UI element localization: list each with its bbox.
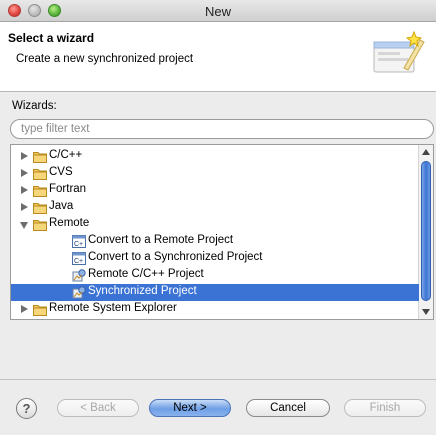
wizards-label: Wizards: xyxy=(12,100,57,112)
window-title: New xyxy=(204,4,231,19)
collapsed-arrow-icon[interactable] xyxy=(21,186,28,194)
tree-item-label: Remote C/C++ Project xyxy=(88,268,204,280)
tree-item[interactable]: C/C++ xyxy=(11,148,419,165)
tree-item-label: C/C++ xyxy=(49,149,83,161)
help-button[interactable]: ? xyxy=(16,398,37,419)
scroll-up-icon[interactable] xyxy=(422,149,430,155)
tree-item[interactable]: Remote C/C++ Project xyxy=(11,267,419,284)
folder-icon xyxy=(33,150,47,163)
footer-separator xyxy=(0,379,436,380)
tree-item[interactable]: CVS xyxy=(11,165,419,182)
wizard-header: Select a wizard Create a new synchronize… xyxy=(0,22,436,92)
tree-item-label: Remote System Explorer xyxy=(49,302,177,314)
tree-item[interactable]: C+ Convert to a Synchronized Project xyxy=(11,250,419,267)
convert-project-icon: C+ xyxy=(72,235,86,248)
collapsed-arrow-icon[interactable] xyxy=(21,203,28,211)
tree-item[interactable]: Remote xyxy=(11,216,419,233)
page-title: Select a wizard xyxy=(8,31,95,45)
scroll-down-icon[interactable] xyxy=(422,309,430,315)
new-wizard-banner-icon xyxy=(373,30,425,73)
title-bar: New xyxy=(0,0,436,22)
tree-item-label: Java xyxy=(49,200,74,212)
vertical-scrollbar[interactable] xyxy=(418,145,433,319)
folder-icon xyxy=(33,167,47,180)
cancel-button[interactable]: Cancel xyxy=(246,399,330,417)
scrollbar-thumb[interactable] xyxy=(421,161,431,301)
filter-input[interactable] xyxy=(10,119,434,139)
project-wizard-icon xyxy=(72,286,86,299)
collapsed-arrow-icon[interactable] xyxy=(21,169,28,177)
convert-project-icon: C+ xyxy=(72,252,86,265)
folder-icon xyxy=(33,303,47,316)
tree-item-label: Convert to a Synchronized Project xyxy=(88,251,263,263)
page-subtitle: Create a new synchronized project xyxy=(16,53,194,65)
tree-item-label: Synchronized Project xyxy=(88,285,197,297)
svg-text:C+: C+ xyxy=(74,241,83,248)
project-wizard-icon xyxy=(72,269,86,282)
back-button[interactable]: < Back xyxy=(57,399,139,417)
next-button[interactable]: Next > xyxy=(149,399,231,417)
folder-icon xyxy=(33,184,47,197)
tree-item[interactable]: Fortran xyxy=(11,182,419,199)
collapsed-arrow-icon[interactable] xyxy=(21,305,28,313)
folder-icon xyxy=(33,201,47,214)
tree-item[interactable]: Synchronized Project xyxy=(11,284,419,301)
tree-item-label: CVS xyxy=(49,166,73,178)
folder-icon xyxy=(33,218,47,231)
tree-item-label: Fortran xyxy=(49,183,87,195)
expanded-arrow-icon[interactable] xyxy=(20,222,28,229)
tree-item[interactable]: Remote System Explorer xyxy=(11,301,419,318)
collapsed-arrow-icon[interactable] xyxy=(21,152,28,160)
tree-item-label: Convert to a Remote Project xyxy=(88,234,234,246)
tree-item-label: Remote xyxy=(49,217,90,229)
wizard-tree[interactable]: C/C++ CVS Fortran Java Remote C+ Convert to a … xyxy=(10,144,434,320)
svg-text:C+: C+ xyxy=(74,258,83,265)
finish-button[interactable]: Finish xyxy=(344,399,426,417)
tree-item[interactable]: Java xyxy=(11,199,419,216)
tree-item[interactable]: C+ Convert to a Remote Project xyxy=(11,233,419,250)
